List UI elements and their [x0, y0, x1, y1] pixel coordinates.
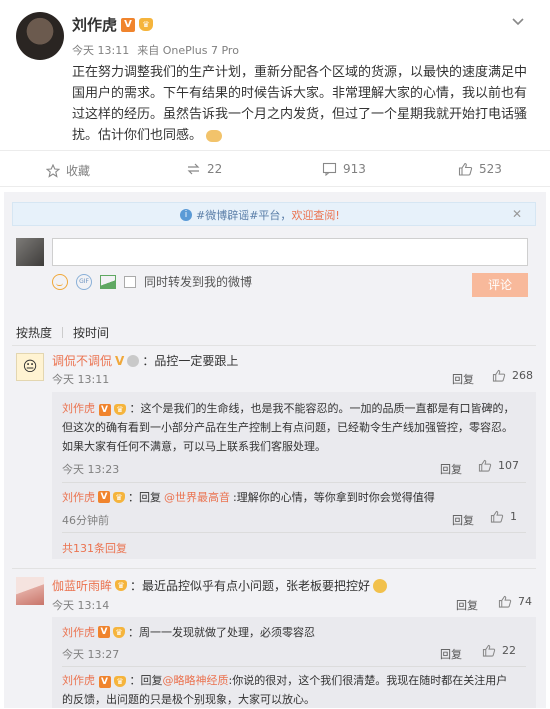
author-avatar[interactable] [16, 12, 64, 60]
verified-v-badge: V [98, 626, 110, 638]
sub-reply-author[interactable]: 刘作虎 [62, 402, 95, 415]
verified-v-badge: V [121, 17, 136, 32]
comment-text: ：品控一定要跟上 [142, 354, 239, 368]
notice-text[interactable]: #微博辟谣#平台，欢迎查阅! [196, 207, 340, 223]
repost-icon [187, 163, 200, 175]
submit-comment-button[interactable]: 评论 [472, 273, 528, 297]
handshake-emoji-icon [206, 129, 223, 142]
more-replies-link[interactable]: 共131条回复 [62, 540, 127, 556]
sub-reply-button[interactable]: 回复 [440, 461, 462, 477]
gif-icon[interactable]: GIF [76, 273, 92, 290]
sort-by-time-tab[interactable]: 按时间 [73, 324, 109, 341]
vip-crown-icon: ♛ [113, 491, 125, 503]
sub-reply-time: 今天 13:27 [62, 648, 120, 661]
thumbs-up-icon [458, 162, 473, 176]
sub-reply-author[interactable]: 刘作虎 [62, 674, 95, 687]
comment-button[interactable]: 913 [322, 162, 366, 176]
vip-crown-icon: ♛ [113, 626, 125, 638]
verified-v-badge: V [98, 491, 110, 503]
vip-crown-icon: ♛ [115, 580, 128, 591]
verified-v-badge: V [98, 676, 111, 688]
sub-reply-button[interactable]: 回复 [440, 646, 462, 662]
thumbs-up-icon [492, 369, 506, 382]
commenter-avatar[interactable] [16, 577, 44, 605]
author-name[interactable]: 刘作虎 [72, 14, 117, 35]
thumbs-up-icon [478, 459, 492, 472]
sub-reply-body: 刘作虎 V ♛ ：这个是我们的生命线，也是我不能容忍的。一加的品质一直都是有口皆… [62, 402, 515, 453]
reply-button[interactable]: 回复 [452, 371, 474, 387]
close-notice-icon[interactable]: ✕ [512, 207, 522, 221]
vip-v-icon: V [115, 353, 125, 368]
thumbs-up-icon [482, 644, 496, 657]
sub-reply-body: 刘作虎 V ♛ ：周一一发现就做了处理，必须零容忍 [62, 624, 315, 640]
sub-reply-button[interactable]: 回复 [452, 512, 474, 528]
vip-crown-icon: ♛ [114, 404, 126, 415]
sub-reply-author[interactable]: 刘作虎 [62, 489, 95, 505]
comment-like-button[interactable]: 268 [492, 369, 533, 382]
mention-link[interactable]: @世界最高音 [164, 489, 230, 505]
commenter-avatar[interactable]: 😐 [16, 353, 44, 381]
sub-reply-body: 刘作虎 V ♛ ：回复@略略神经质:你说的很对，这个我们很清楚。我现在随时都在关… [62, 674, 508, 706]
repost-button[interactable]: 22 [186, 162, 222, 176]
thumbs-up-icon [498, 595, 512, 608]
sub-reply-time: 今天 13:23 [62, 463, 120, 476]
comment-time: 今天 13:11 [52, 373, 110, 386]
vip-crown-icon: ♛ [139, 18, 154, 31]
commenter-name[interactable]: 调侃不调侃 [52, 352, 112, 369]
emoji-icon[interactable] [52, 273, 68, 290]
sub-like-button[interactable]: 1 [490, 510, 517, 523]
sub-reply-time: 46分钟前 [62, 514, 109, 527]
sub-reply-author[interactable]: 刘作虎 [62, 624, 95, 640]
comment-like-button[interactable]: 74 [498, 595, 532, 608]
favorite-button[interactable]: 收藏 [46, 162, 90, 179]
image-icon[interactable] [100, 274, 116, 289]
comment-text: ：最近品控似乎有点小问题，张老板要把控好 [130, 579, 371, 593]
comment-icon [322, 162, 337, 176]
repost-checkbox[interactable] [124, 275, 136, 288]
more-options-chevron-icon[interactable] [510, 14, 526, 30]
post-time[interactable]: 今天 13:11 [72, 42, 129, 58]
reply-button[interactable]: 回复 [456, 597, 478, 613]
verified-v-badge: V [98, 404, 111, 416]
vip-crown-icon: ♛ [114, 676, 126, 687]
emoji-icon [373, 578, 388, 593]
post-body: 正在努力调整我们的生产计划，重新分配各个区域的货源，以最快的速度满足中 国用户的… [72, 65, 528, 143]
sub-like-button[interactable]: 22 [482, 644, 516, 657]
comment-time: 今天 13:14 [52, 599, 110, 612]
comment-input[interactable] [52, 238, 528, 266]
repost-checkbox-label: 同时转发到我的微博 [144, 275, 253, 289]
sub-like-button[interactable]: 107 [478, 459, 519, 472]
sort-by-hot-tab[interactable]: 按热度 [16, 324, 52, 341]
badge-icon [127, 354, 140, 367]
post-source: 来自 OnePlus 7 Pro [137, 44, 239, 57]
like-button[interactable]: 523 [458, 162, 502, 176]
thumbs-up-icon [490, 510, 504, 523]
mention-link[interactable]: @略略神经质 [163, 674, 229, 687]
star-icon [46, 163, 60, 178]
info-icon: i [180, 209, 192, 221]
current-user-avatar [16, 238, 44, 266]
commenter-name[interactable]: 伽蓝听雨眸 [52, 577, 112, 594]
sub-reply-body: 刘作虎 V ♛ ：回复 @世界最高音:理解你的心情，等你拿到时你会觉得值得 [62, 489, 435, 505]
